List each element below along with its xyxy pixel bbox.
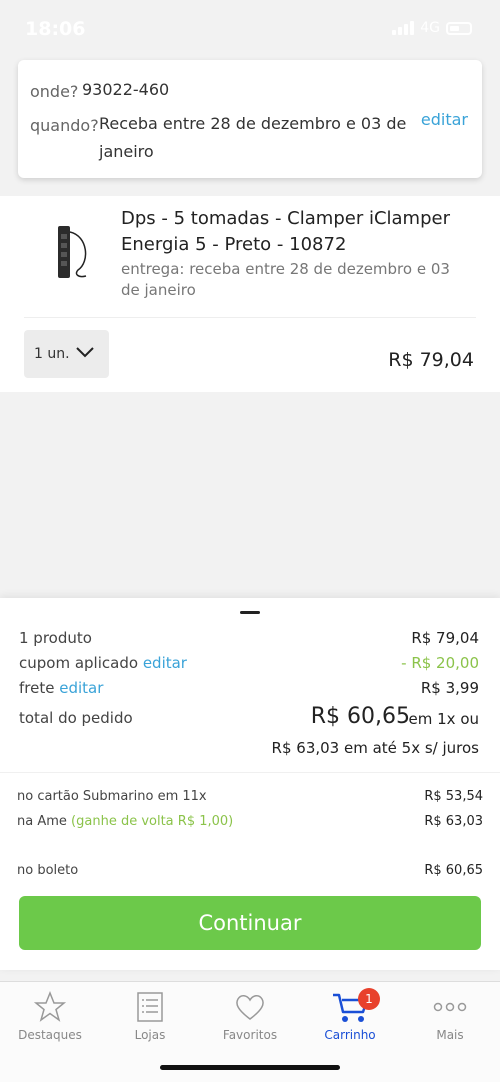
when-value-line2: janeiro <box>99 142 154 161</box>
shipping-label: frete <box>19 679 55 697</box>
continue-button[interactable]: Continuar <box>19 896 481 950</box>
boleto-option-label: no boleto <box>17 863 79 878</box>
edit-coupon-link[interactable]: editar <box>143 654 187 672</box>
ame-cashback: (ganhe de volta R$ 1,00) <box>71 814 234 829</box>
order-summary-panel: 1 produto R$ 79,04 cupom aplicado editar… <box>0 598 500 970</box>
home-indicator <box>160 1065 340 1070</box>
boleto-option-value: R$ 60,65 <box>424 863 483 878</box>
status-indicators: 4G <box>392 20 472 36</box>
ame-option-value: R$ 63,03 <box>424 814 483 829</box>
products-count-label: 1 produto <box>19 629 92 647</box>
edit-shipping-link[interactable]: editar <box>59 679 103 697</box>
tab-favoritos[interactable]: Favoritos <box>200 990 300 1050</box>
list-icon <box>137 992 163 1022</box>
card-option-value: R$ 53,54 <box>424 789 483 804</box>
quantity-select[interactable]: 1 un. <box>24 330 109 378</box>
product-name[interactable]: Dps - 5 tomadas - Clamper iClamper Energ… <box>121 206 481 258</box>
tab-label: Carrinho <box>324 1028 376 1042</box>
card-option-label: no cartão Submarino em 11x <box>17 789 207 804</box>
tab-mais[interactable]: Mais <box>400 990 500 1050</box>
product-price: R$ 79,04 <box>388 349 474 371</box>
status-time: 18:06 <box>25 18 86 40</box>
total-label: total do pedido <box>19 709 133 727</box>
coupon-discount: - R$ 20,00 <box>401 654 479 672</box>
product-name-line2: Energia 5 - Preto - 10872 <box>121 234 347 255</box>
product-delivery: entrega: receba entre 28 de dezembro e 0… <box>121 259 451 301</box>
status-bar: 18:06 4G <box>0 0 500 60</box>
cart-count-badge: 1 <box>358 988 380 1010</box>
product-delivery-line1: entrega: receba entre 28 de dezembro e 0… <box>121 260 450 278</box>
cart-item: Dps - 5 tomadas - Clamper iClamper Energ… <box>0 196 500 392</box>
more-icon <box>433 1002 467 1012</box>
tab-label: Favoritos <box>222 1028 278 1042</box>
tab-label: Destaques <box>18 1028 82 1042</box>
tab-label: Mais <box>436 1028 464 1042</box>
total-suffix: em 1x ou <box>408 710 479 728</box>
ame-option-row: na Ame (ganhe de volta R$ 1,00) <box>17 814 233 829</box>
coupon-label: cupom aplicado <box>19 654 139 672</box>
installments-info: R$ 63,03 em até 5x s/ juros <box>271 739 479 757</box>
when-label: quando? <box>30 116 99 135</box>
drag-handle[interactable] <box>240 611 260 614</box>
divider <box>24 317 476 318</box>
heart-icon <box>236 995 264 1020</box>
total-value: R$ 60,65 <box>310 704 410 729</box>
star-icon <box>33 990 67 1022</box>
when-value-line1: Receba entre 28 de dezembro e 03 de <box>99 114 407 133</box>
coupon-row: cupom aplicado editar <box>19 654 187 672</box>
signal-icon <box>392 21 415 35</box>
tab-lojas[interactable]: Lojas <box>100 990 200 1050</box>
products-subtotal: R$ 79,04 <box>411 629 479 647</box>
product-delivery-line2: de janeiro <box>121 281 196 299</box>
where-label: onde? <box>30 82 79 101</box>
tab-destaques[interactable]: Destaques <box>0 990 100 1050</box>
product-image[interactable] <box>48 222 98 282</box>
shipping-row: frete editar <box>19 679 103 697</box>
ame-option-label: na Ame <box>17 814 67 829</box>
network-label: 4G <box>420 20 440 36</box>
quantity-value: 1 un. <box>34 346 70 362</box>
tab-label: Lojas <box>134 1028 166 1042</box>
tab-carrinho[interactable]: 1 Carrinho <box>300 988 400 1050</box>
shipping-value: R$ 3,99 <box>420 679 479 697</box>
chevron-down-icon <box>76 347 94 358</box>
battery-icon <box>446 21 472 35</box>
delivery-card: onde? 93022-460 quando? Receba entre 28 … <box>18 60 482 178</box>
divider <box>0 772 500 773</box>
where-value: 93022-460 <box>82 80 170 99</box>
product-name-line1: Dps - 5 tomadas - Clamper iClamper <box>121 208 450 229</box>
edit-delivery-link[interactable]: editar <box>421 110 468 129</box>
